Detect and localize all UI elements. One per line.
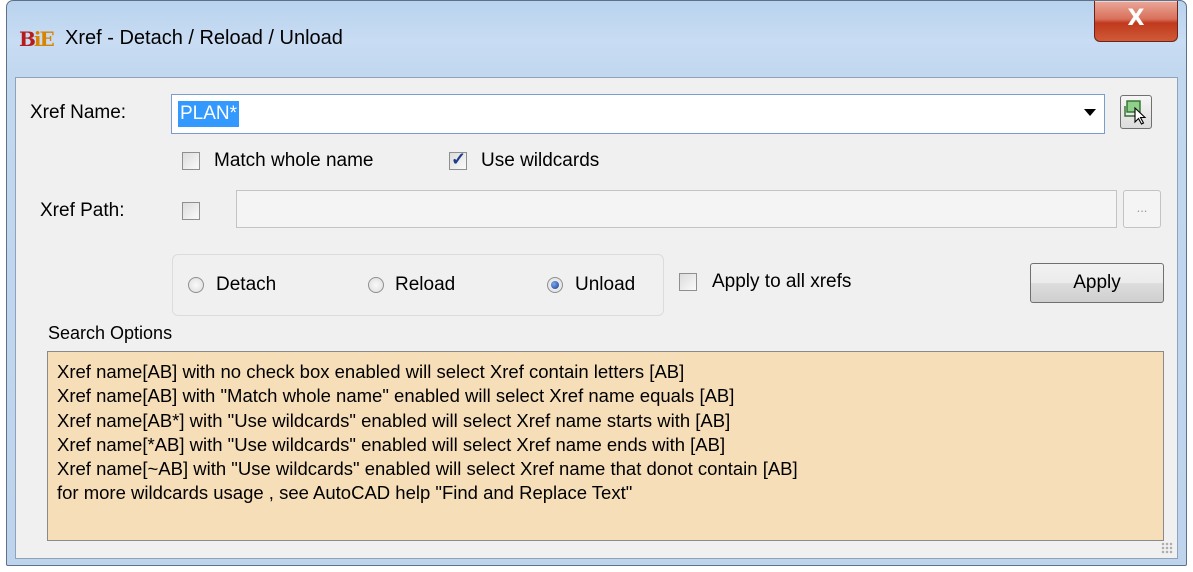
detach-label[interactable]: Detach xyxy=(216,274,276,296)
search-options-title: Search Options xyxy=(48,323,173,343)
search-option-line: for more wildcards usage , see AutoCAD h… xyxy=(57,482,633,504)
search-options-box: Xref name[AB] with no check box enabled … xyxy=(47,351,1164,541)
chevron-down-icon[interactable] xyxy=(1084,109,1096,116)
resize-grip-icon[interactable] xyxy=(1161,542,1173,554)
detach-radio[interactable] xyxy=(188,277,204,293)
pick-xref-button[interactable] xyxy=(1120,95,1152,129)
dialog-window: BiE Xref - Detach / Reload / Unload X Xr… xyxy=(6,0,1187,566)
use-wildcards-checkbox[interactable] xyxy=(449,149,467,170)
select-object-icon xyxy=(1124,100,1147,125)
match-whole-name-checkbox[interactable] xyxy=(182,152,200,170)
match-whole-name-label[interactable]: Match whole name xyxy=(214,150,373,172)
xref-path-input[interactable] xyxy=(236,190,1117,228)
xref-name-label: Xref Name: xyxy=(30,102,127,123)
xref-path-label: Xref Path: xyxy=(40,200,125,221)
apply-to-all-checkbox[interactable] xyxy=(679,273,697,291)
close-button[interactable]: X xyxy=(1094,1,1178,42)
reload-label[interactable]: Reload xyxy=(395,274,455,296)
search-option-line: Xref name[AB] with "Match whole name" en… xyxy=(57,385,735,407)
app-logo-icon: BiE xyxy=(19,27,55,51)
apply-to-all-label[interactable]: Apply to all xrefs xyxy=(712,271,851,293)
reload-radio[interactable] xyxy=(368,277,384,293)
xref-name-value[interactable]: PLAN* xyxy=(178,101,240,127)
apply-button[interactable]: Apply xyxy=(1030,263,1164,303)
action-radio-group: Detach Reload Unload xyxy=(172,254,664,316)
window-title: Xref - Detach / Reload / Unload xyxy=(65,27,343,49)
dialog-body: Xref Name: PLAN* Match whole name Use wi… xyxy=(15,77,1178,559)
use-wildcards-label[interactable]: Use wildcards xyxy=(481,150,599,172)
xref-path-checkbox[interactable] xyxy=(182,202,200,220)
browse-path-button[interactable]: ... xyxy=(1123,190,1161,228)
search-option-line: Xref name[AB*] with "Use wildcards" enab… xyxy=(57,409,731,431)
search-option-line: Xref name[AB] with no check box enabled … xyxy=(57,361,685,382)
unload-radio[interactable] xyxy=(547,277,563,293)
xref-name-combobox[interactable]: PLAN* xyxy=(171,94,1105,134)
title-bar[interactable]: BiE Xref - Detach / Reload / Unload X xyxy=(7,1,1186,77)
search-option-line: Xref name[*AB] with "Use wildcards" enab… xyxy=(57,433,726,455)
search-option-line: Xref name[~AB] with "Use wildcards" enab… xyxy=(57,458,798,480)
unload-label[interactable]: Unload xyxy=(575,274,635,296)
